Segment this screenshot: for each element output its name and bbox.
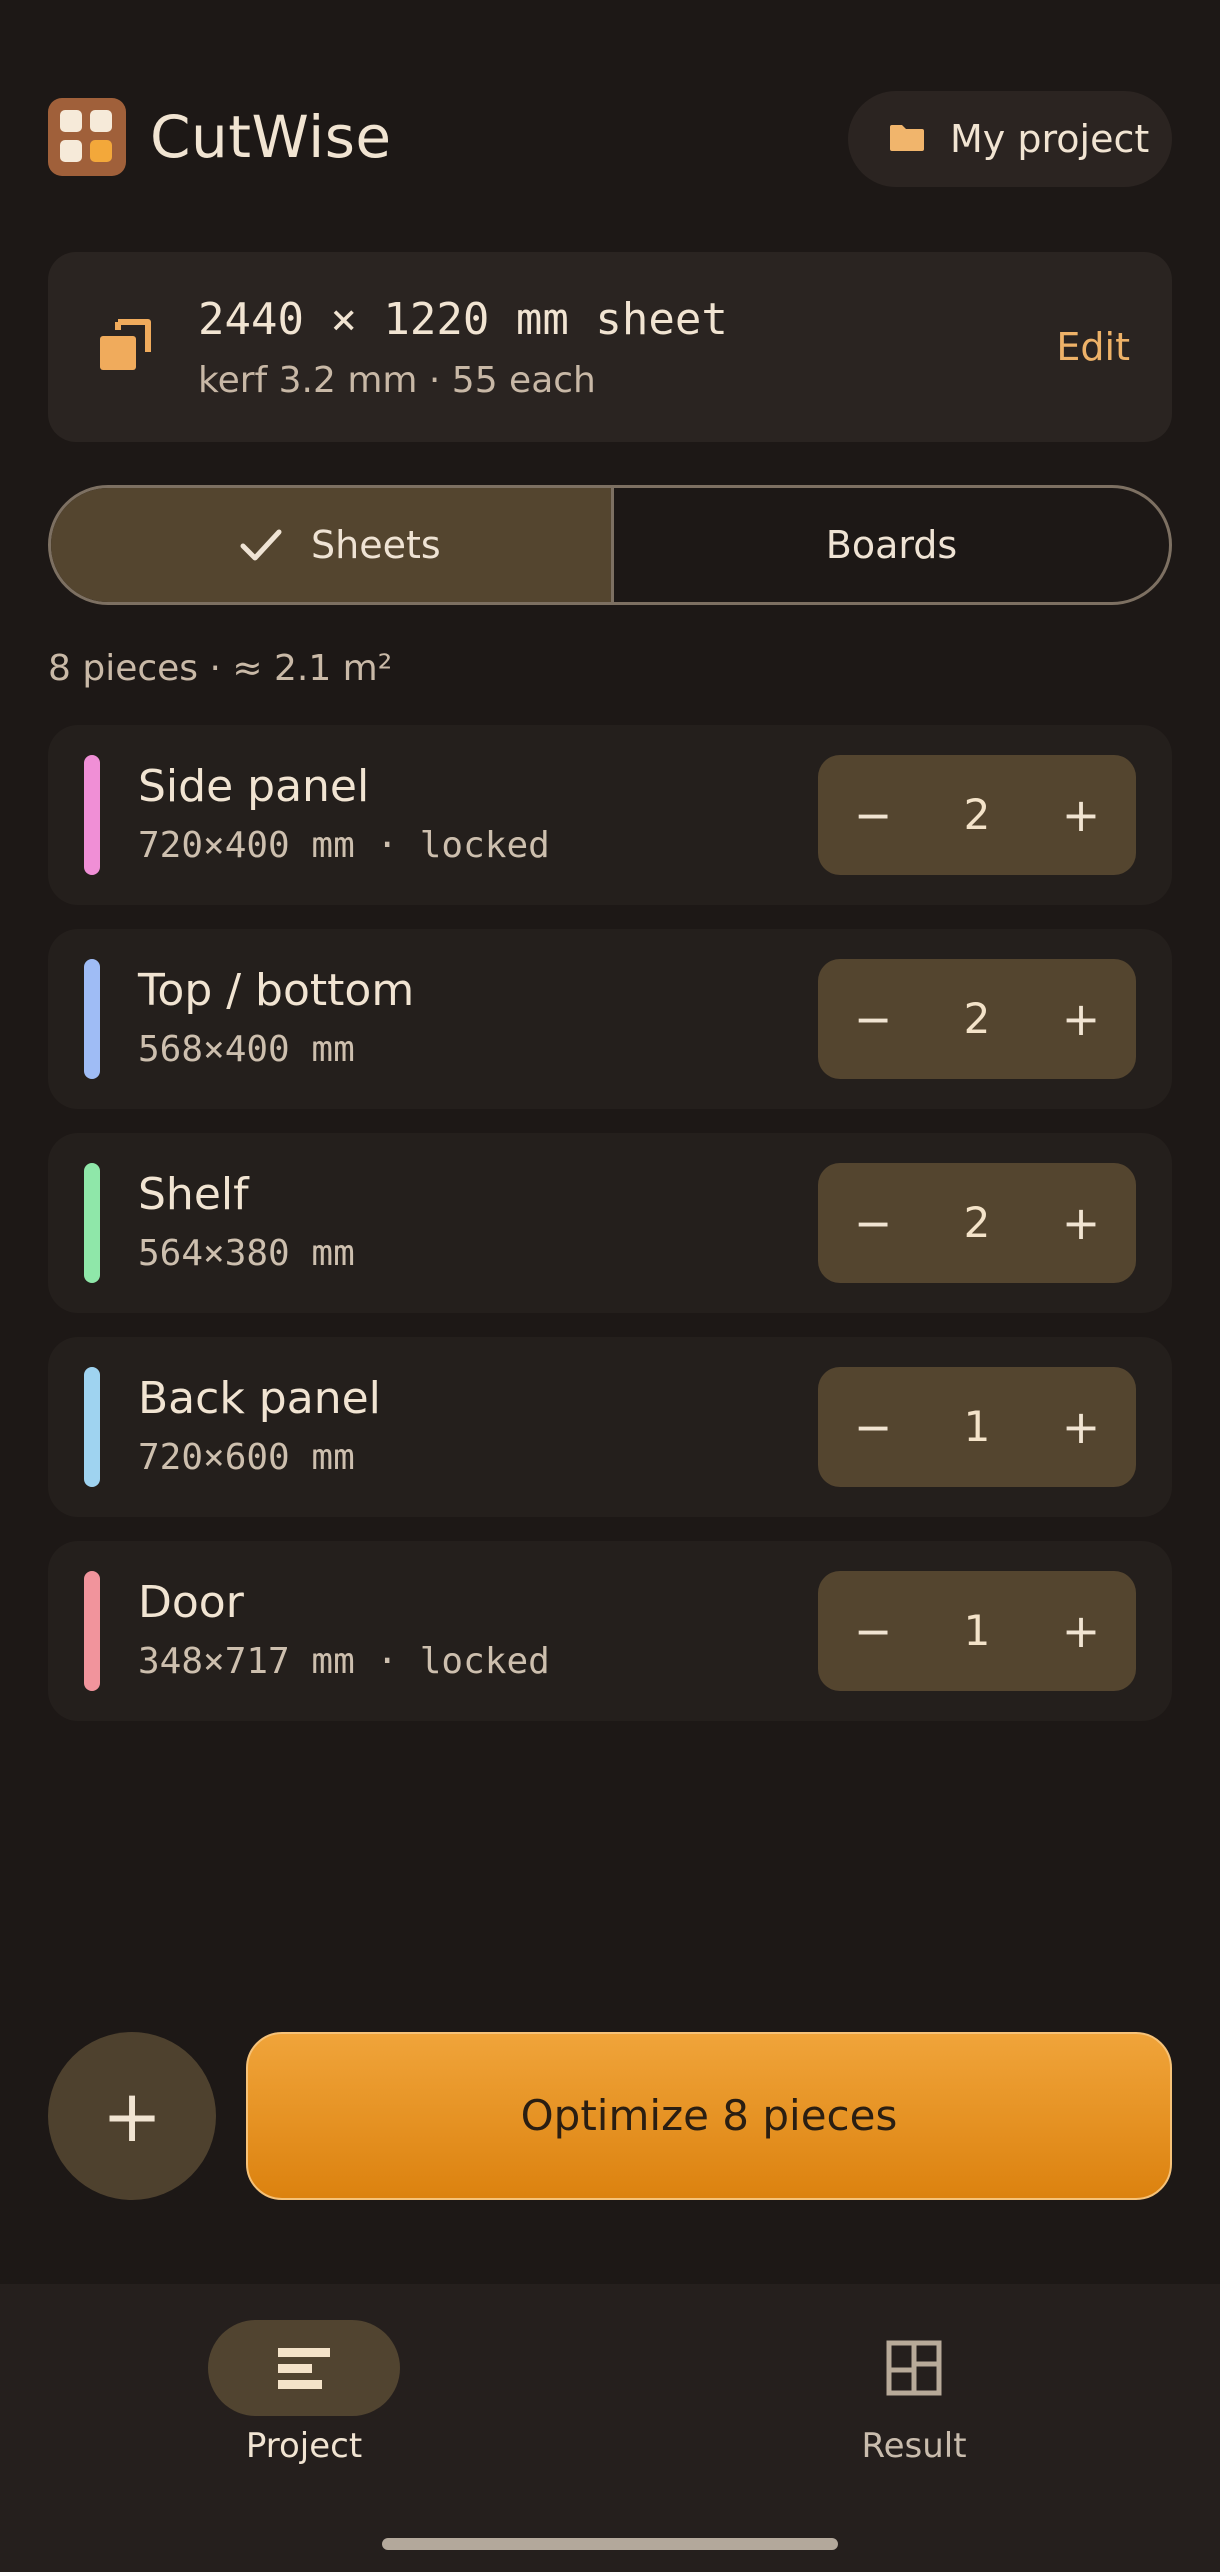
mode-sheets-label: Sheets (311, 523, 441, 567)
piece-name: Back panel (138, 1373, 381, 1424)
piece-dimensions: 720×600 mm (138, 1437, 355, 1478)
piece-row[interactable]: Back panel 720×600 mm − 1 + (48, 1337, 1172, 1517)
quantity-stepper: − 2 + (818, 959, 1136, 1079)
piece-dimensions: 348×717 mm · locked (138, 1641, 550, 1682)
check-icon (240, 529, 282, 561)
optimize-label: Optimize 8 pieces (520, 2091, 898, 2140)
nav-project-tab[interactable] (208, 2320, 400, 2416)
increment-button[interactable]: + (1026, 755, 1136, 875)
sheet-settings-card[interactable]: 2440 × 1220 mm sheet kerf 3.2 mm · 55 ea… (48, 252, 1172, 442)
increment-button[interactable]: + (1026, 1571, 1136, 1691)
mode-sheets-segment[interactable]: Sheets (51, 488, 614, 602)
app-logo-icon (48, 98, 126, 176)
decrement-button[interactable]: − (818, 1163, 928, 1283)
app-header: CutWise My project (48, 91, 1172, 192)
add-piece-button[interactable]: + (48, 2032, 216, 2200)
piece-row[interactable]: Side panel 720×400 mm · locked − 2 + (48, 725, 1172, 905)
piece-dimensions: 564×380 mm (138, 1233, 355, 1274)
piece-dimensions: 568×400 mm (138, 1029, 355, 1070)
increment-button[interactable]: + (1026, 959, 1136, 1079)
app-title: CutWise (150, 103, 392, 171)
layout-grid-icon[interactable] (886, 2340, 942, 2396)
my-project-label: My project (950, 117, 1150, 161)
piece-dimensions: 720×400 mm · locked (138, 825, 550, 866)
mode-boards-label: Boards (825, 523, 958, 567)
sheet-size-title: 2440 × 1220 mm sheet (198, 294, 728, 345)
quantity-value: 1 (963, 1606, 991, 1655)
folder-icon (890, 125, 924, 151)
quantity-value: 2 (963, 1198, 991, 1247)
piece-color-stripe (84, 959, 100, 1079)
decrement-button[interactable]: − (818, 755, 928, 875)
quantity-stepper: − 1 + (818, 1571, 1136, 1691)
piece-color-stripe (84, 1367, 100, 1487)
quantity-stepper: − 2 + (818, 755, 1136, 875)
copy-icon (100, 319, 151, 370)
decrement-button[interactable]: − (818, 1571, 928, 1691)
piece-color-stripe (84, 1571, 100, 1691)
home-indicator[interactable] (382, 2538, 838, 2550)
mode-boards-segment[interactable]: Boards (614, 488, 1169, 602)
piece-name: Door (138, 1577, 244, 1628)
quantity-stepper: − 2 + (818, 1163, 1136, 1283)
pieces-summary: 8 pieces · ≈ 2.1 m² (48, 648, 393, 689)
quantity-value: 2 (963, 994, 991, 1043)
increment-button[interactable]: + (1026, 1163, 1136, 1283)
nav-result-label[interactable]: Result (764, 2426, 1064, 2466)
material-mode-toggle: Sheets Boards (48, 485, 1172, 605)
piece-row[interactable]: Shelf 564×380 mm − 2 + (48, 1133, 1172, 1313)
decrement-button[interactable]: − (818, 959, 928, 1079)
quantity-value: 1 (963, 1402, 991, 1451)
piece-color-stripe (84, 755, 100, 875)
piece-name: Side panel (138, 761, 370, 812)
my-project-button[interactable]: My project (848, 91, 1172, 187)
piece-name: Top / bottom (138, 965, 415, 1016)
decrement-button[interactable]: − (818, 1367, 928, 1487)
piece-name: Shelf (138, 1169, 249, 1220)
quantity-stepper: − 1 + (818, 1367, 1136, 1487)
nav-project-label[interactable]: Project (154, 2426, 454, 2466)
piece-row[interactable]: Door 348×717 mm · locked − 1 + (48, 1541, 1172, 1721)
sheet-kerf-info: kerf 3.2 mm · 55 each (198, 360, 596, 401)
quantity-value: 2 (963, 790, 991, 839)
list-icon (278, 2348, 330, 2389)
plus-icon: + (101, 2074, 163, 2158)
sheet-edit-button[interactable]: Edit (1056, 252, 1130, 442)
increment-button[interactable]: + (1026, 1367, 1136, 1487)
piece-color-stripe (84, 1163, 100, 1283)
piece-row[interactable]: Top / bottom 568×400 mm − 2 + (48, 929, 1172, 1109)
bottom-navigation: Project Result (0, 2284, 1220, 2572)
optimize-button[interactable]: Optimize 8 pieces (246, 2032, 1172, 2200)
